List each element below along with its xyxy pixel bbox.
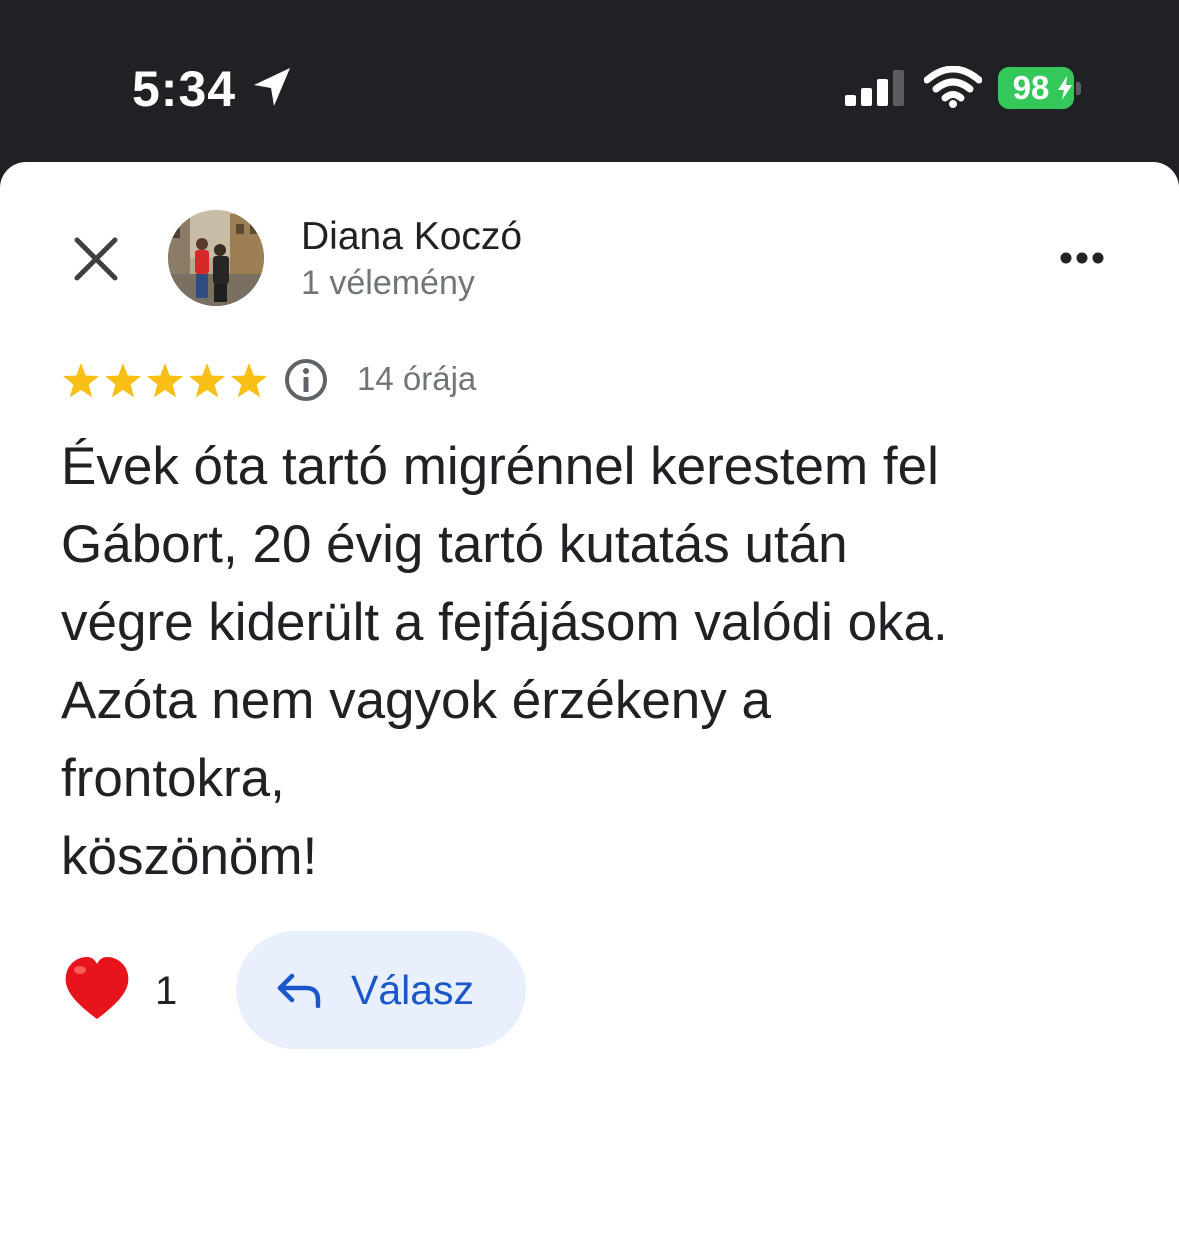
reply-button[interactable]: Válasz — [236, 931, 526, 1049]
more-options-icon[interactable] — [1052, 240, 1112, 276]
reply-arrow-icon — [277, 973, 321, 1008]
like-count: 1 — [155, 969, 178, 1013]
star-rating — [62, 363, 268, 398]
review-text: Évek óta tartó migrénnel kerestem fel Gá… — [61, 437, 948, 886]
star-icon — [146, 363, 184, 398]
reviewer-review-count: 1 vélemény — [301, 264, 475, 302]
battery-cap — [1076, 82, 1081, 95]
star-icon — [104, 363, 142, 398]
heart-reaction-icon[interactable] — [62, 955, 132, 1023]
info-icon[interactable] — [284, 358, 328, 402]
review-time-ago: 14 órája — [357, 360, 477, 397]
battery-indicator: 98 — [998, 67, 1074, 109]
wifi-icon — [924, 66, 982, 108]
cellular-signal-icon — [845, 70, 904, 106]
status-bar: 5:34 98 — [0, 0, 1179, 162]
status-time: 5:34 — [132, 61, 237, 117]
location-arrow-icon — [254, 68, 290, 106]
star-icon — [230, 363, 268, 398]
battery-level: 98 — [1012, 69, 1050, 106]
star-icon — [188, 363, 226, 398]
reply-button-label: Válasz — [351, 967, 475, 1013]
star-icon — [62, 363, 100, 398]
battery-charging-icon — [1058, 76, 1072, 100]
close-icon[interactable] — [70, 233, 122, 285]
avatar[interactable] — [168, 210, 264, 306]
reviewer-name[interactable]: Diana Koczó — [301, 214, 522, 260]
